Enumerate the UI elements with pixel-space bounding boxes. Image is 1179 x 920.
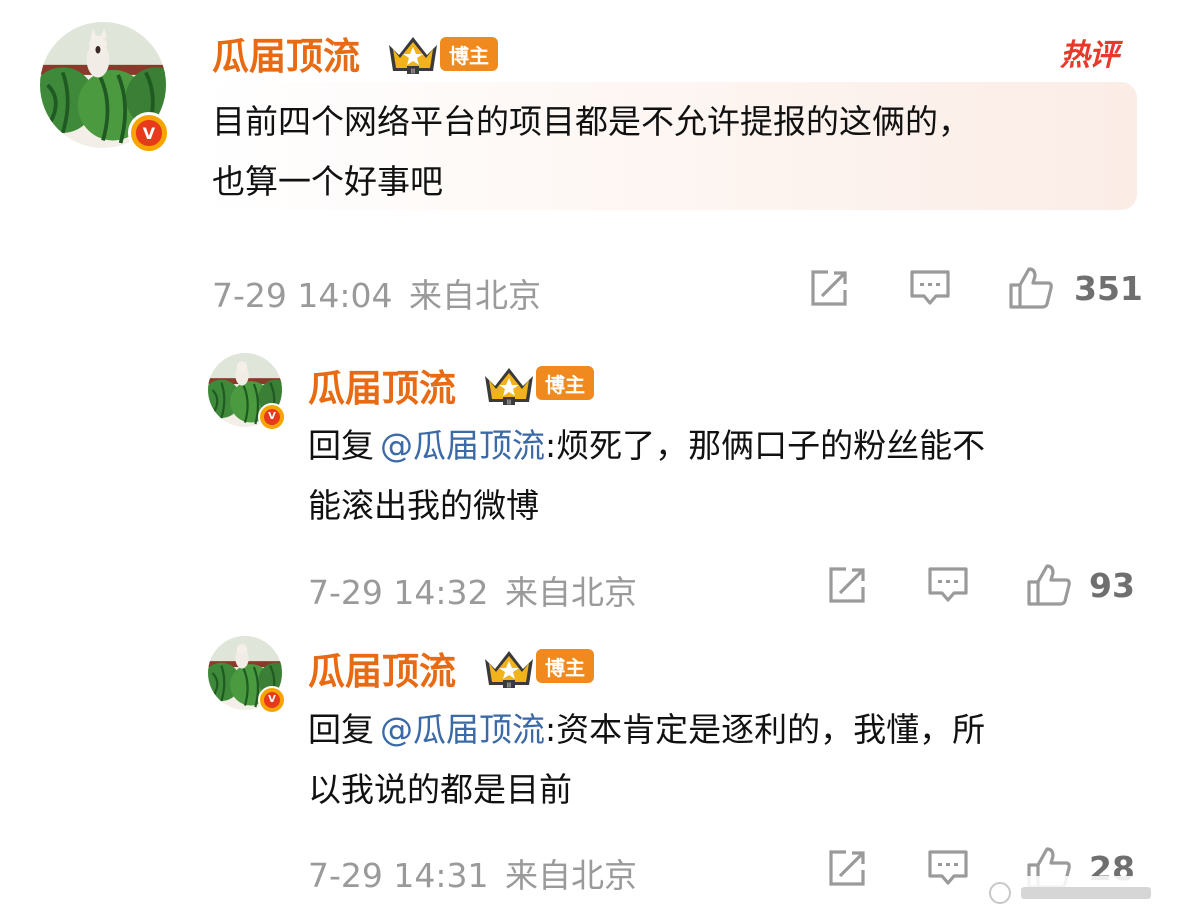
- reply-text-line-2: 以我说的都是目前: [308, 770, 572, 809]
- reply-meta: 7-29 14:31 来自北京: [308, 849, 637, 897]
- comment-text-line-1: 目前四个网络平台的项目都是不允许提报的这俩的，: [212, 102, 971, 141]
- svg-text:II: II: [507, 682, 511, 690]
- svg-text:II: II: [411, 68, 415, 76]
- comment-icon: [928, 567, 968, 602]
- watermark: [981, 876, 1171, 910]
- reply-username[interactable]: 瓜届顶流: [308, 641, 456, 695]
- like-count: 93: [1089, 566, 1135, 605]
- thumbs-up-icon: [1027, 564, 1071, 606]
- share-button[interactable]: [823, 563, 871, 607]
- crown-level-icon: II: [389, 37, 437, 76]
- like-button[interactable]: [1023, 561, 1075, 609]
- role-badge: 博主: [536, 366, 594, 400]
- svg-text:II: II: [507, 399, 511, 407]
- reply-time: 7-29 14:32: [308, 573, 489, 612]
- share-button[interactable]: [805, 266, 853, 310]
- reply-text: :资本肯定是逐利的，我懂，所: [545, 710, 986, 749]
- reply-avatar[interactable]: V: [208, 353, 286, 431]
- username[interactable]: 瓜届顶流: [212, 26, 360, 80]
- avatar[interactable]: V: [40, 22, 170, 154]
- v-verified-icon: V: [263, 408, 281, 426]
- reply-time: 7-29 14:31: [308, 856, 489, 895]
- share-icon: [829, 567, 865, 603]
- comment-button[interactable]: [924, 563, 972, 607]
- watermark-logo-icon: [989, 882, 1011, 904]
- thumbs-up-icon: [1009, 267, 1053, 309]
- share-icon: [811, 270, 847, 306]
- share-button[interactable]: [823, 846, 871, 890]
- hot-comment-tag: 热评: [1060, 38, 1119, 73]
- reply-text-line-1: 回复 @瓜届顶流:资本肯定是逐利的，我懂，所: [308, 700, 985, 760]
- crown-level-icon: II: [485, 651, 533, 690]
- comment-icon: [928, 850, 968, 885]
- v-verified-icon: V: [136, 120, 162, 146]
- verified-badge: V: [258, 403, 286, 431]
- reply-meta: 7-29 14:32 来自北京: [308, 566, 637, 614]
- v-verified-icon: V: [263, 691, 281, 709]
- comment-meta: 7-29 14:04 来自北京: [212, 269, 541, 317]
- role-badge: 博主: [536, 649, 594, 683]
- share-icon: [829, 850, 865, 886]
- reply-text-line-2: 能滚出我的微博: [308, 486, 539, 525]
- comment-location: 来自北京: [409, 276, 541, 315]
- comment-text-line-2: 也算一个好事吧: [212, 162, 443, 201]
- crown-level-icon: II: [485, 368, 533, 407]
- verified-badge: V: [258, 686, 286, 714]
- watermark-text-bar: [1021, 887, 1151, 899]
- reply-prefix: 回复: [308, 426, 374, 465]
- like-count: 351: [1074, 269, 1143, 308]
- comment-button[interactable]: [906, 266, 954, 310]
- reply-username[interactable]: 瓜届顶流: [308, 358, 456, 412]
- comment-icon: [910, 270, 950, 305]
- reply-text: :烦死了，那俩口子的粉丝能不: [545, 426, 986, 465]
- reply-location: 来自北京: [505, 856, 637, 895]
- comment-button[interactable]: [924, 846, 972, 890]
- mention-link[interactable]: @瓜届顶流: [380, 710, 545, 749]
- reply-prefix: 回复: [308, 710, 374, 749]
- mention-link[interactable]: @瓜届顶流: [380, 426, 545, 465]
- like-button[interactable]: [1005, 264, 1057, 312]
- role-badge: 博主: [440, 37, 498, 71]
- verified-badge: V: [128, 112, 170, 154]
- comment-time: 7-29 14:04: [212, 276, 393, 315]
- reply-location: 来自北京: [505, 573, 637, 612]
- reply-text-line-1: 回复 @瓜届顶流:烦死了，那俩口子的粉丝能不: [308, 416, 985, 476]
- reply-avatar[interactable]: V: [208, 636, 286, 714]
